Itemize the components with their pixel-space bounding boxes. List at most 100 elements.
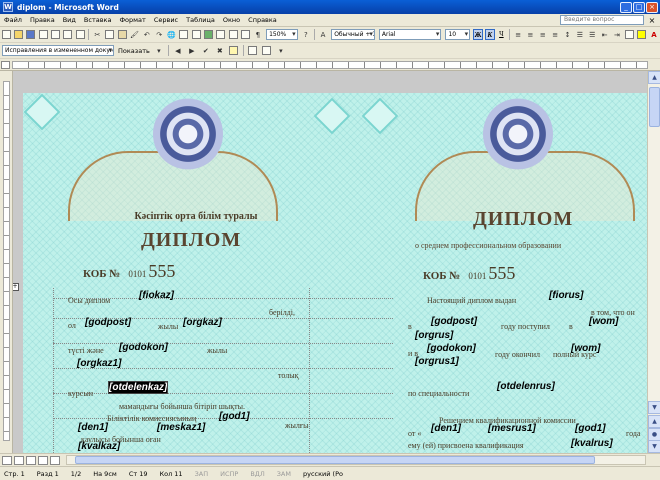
reading-layout-icon[interactable] — [50, 455, 60, 465]
menu-file[interactable]: Файл — [0, 16, 26, 24]
field-wom-2[interactable]: [wom] — [571, 343, 600, 354]
field-godpost-ru[interactable]: [godpost] — [431, 316, 477, 327]
field-mesrus1[interactable]: [mesrus1] — [488, 423, 536, 434]
drawing-icon[interactable] — [228, 29, 238, 41]
menu-format[interactable]: Формат — [115, 16, 149, 24]
vertical-scrollbar[interactable]: ▲ ▼ ▲ ● ▼ — [647, 71, 660, 453]
next-page-icon[interactable]: ▼ — [648, 440, 660, 453]
field-den1[interactable]: [den1] — [78, 422, 108, 433]
field-meskaz1[interactable]: [meskaz1] — [157, 422, 205, 433]
columns-icon[interactable] — [216, 29, 226, 41]
decrease-indent-icon[interactable]: ⇤ — [599, 29, 609, 41]
justify-icon[interactable]: ≡ — [550, 29, 560, 41]
field-orgrus1[interactable]: [orgrus1] — [415, 356, 459, 367]
bullets-icon[interactable]: ☰ — [587, 29, 597, 41]
vertical-scroll-thumb[interactable] — [649, 87, 660, 127]
paste-icon[interactable] — [117, 29, 127, 41]
menu-window[interactable]: Окно — [219, 16, 244, 24]
table-move-handle-icon[interactable]: + — [13, 283, 19, 291]
horizontal-scroll-thumb[interactable] — [75, 456, 595, 464]
document-map-icon[interactable] — [240, 29, 251, 41]
spelling-icon[interactable] — [75, 29, 85, 41]
normal-view-icon[interactable] — [2, 455, 12, 465]
document-area[interactable]: Кәсіптік орта білім туралы ДИПЛОМ КОБ № 0… — [13, 71, 647, 453]
menu-insert[interactable]: Вставка — [80, 16, 116, 24]
menu-table[interactable]: Таблица — [182, 16, 219, 24]
font-color-icon[interactable]: A — [649, 29, 659, 41]
undo-icon[interactable]: ↶ — [142, 29, 152, 41]
align-left-icon[interactable]: ≡ — [513, 29, 523, 41]
help-icon[interactable]: ? — [301, 29, 311, 41]
save-icon[interactable] — [26, 29, 36, 41]
print-icon[interactable] — [50, 29, 61, 41]
format-painter-icon[interactable]: 🖌 — [129, 29, 139, 41]
help-search-input[interactable]: Введите вопрос — [560, 15, 644, 25]
field-kvalrus[interactable]: [kvalrus] — [571, 438, 613, 449]
field-godokon-ru[interactable]: [godokon] — [427, 343, 476, 354]
maximize-button[interactable]: □ — [633, 1, 645, 13]
field-godokon[interactable]: [godokon] — [119, 342, 168, 353]
show-dropdown-icon[interactable]: ▾ — [153, 45, 165, 57]
status-overtype[interactable]: ЗАМ — [273, 470, 299, 478]
menu-view[interactable]: Вид — [59, 16, 80, 24]
tab-selector[interactable] — [1, 61, 10, 69]
close-document-button[interactable]: × — [647, 16, 657, 25]
tables-borders-icon[interactable] — [179, 29, 189, 41]
menu-help[interactable]: Справка — [244, 16, 281, 24]
field-wom[interactable]: [wom] — [589, 316, 618, 327]
diploma-page[interactable]: Кәсіптік орта білім туралы ДИПЛОМ КОБ № 0… — [23, 93, 647, 453]
field-god1-ru[interactable]: [god1] — [575, 423, 606, 434]
minimize-button[interactable]: _ — [620, 1, 632, 13]
word-app-icon[interactable]: W — [3, 2, 13, 12]
new-document-icon[interactable] — [1, 29, 11, 41]
field-kvalkaz[interactable]: [kvalkaz] — [78, 441, 120, 452]
field-orgkaz1[interactable]: [orgkaz1] — [77, 358, 121, 369]
field-orgkaz[interactable]: [orgkaz] — [183, 317, 222, 328]
field-otdelenrus[interactable]: [otdelenrus] — [497, 381, 555, 392]
redo-icon[interactable]: ↷ — [154, 29, 164, 41]
track-changes-icon[interactable] — [247, 45, 259, 57]
insert-table-icon[interactable] — [191, 29, 201, 41]
underline-button[interactable]: Ч — [497, 29, 506, 40]
bold-button[interactable]: Ж — [473, 29, 483, 40]
menu-edit[interactable]: Правка — [26, 16, 59, 24]
insert-comment-icon[interactable] — [228, 45, 240, 57]
copy-icon[interactable] — [105, 29, 115, 41]
status-record-macro[interactable]: ЗАП — [191, 470, 217, 478]
field-orgrus[interactable]: [orgrus] — [415, 330, 453, 341]
permission-icon[interactable] — [38, 29, 48, 41]
hyperlink-icon[interactable]: 🌐 — [166, 29, 176, 41]
print-layout-icon[interactable] — [26, 455, 36, 465]
show-menu[interactable]: Показать — [118, 47, 150, 55]
align-center-icon[interactable]: ≡ — [525, 29, 535, 41]
numbering-icon[interactable]: ☰ — [575, 29, 585, 41]
font-size-select[interactable]: 10 — [445, 29, 471, 40]
status-track-changes[interactable]: ИСПР — [216, 470, 246, 478]
field-god1[interactable]: [god1] — [219, 411, 250, 422]
cut-icon[interactable]: ✂ — [92, 29, 102, 41]
outline-view-icon[interactable] — [38, 455, 48, 465]
track-changes-view-select[interactable]: Исправления в измененном документ — [2, 45, 114, 56]
show-hide-icon[interactable]: ¶ — [253, 29, 263, 41]
scroll-up-icon[interactable]: ▲ — [648, 71, 660, 84]
line-spacing-icon[interactable]: ↕ — [562, 29, 572, 41]
zoom-select[interactable]: 150% — [266, 29, 298, 40]
status-extend[interactable]: ВДЛ — [246, 470, 272, 478]
style-select[interactable]: Обычный + 10 п — [331, 29, 375, 40]
menu-tools[interactable]: Сервис — [150, 16, 182, 24]
open-folder-icon[interactable] — [13, 29, 24, 41]
previous-change-icon[interactable]: ◀ — [172, 45, 184, 57]
increase-indent-icon[interactable]: ⇥ — [612, 29, 622, 41]
italic-button[interactable]: К — [484, 29, 495, 40]
accept-change-icon[interactable]: ✔ — [200, 45, 212, 57]
horizontal-ruler[interactable] — [0, 59, 660, 71]
align-right-icon[interactable]: ≡ — [538, 29, 548, 41]
field-den1-ru[interactable]: [den1] — [431, 423, 461, 434]
vertical-ruler[interactable] — [0, 71, 13, 453]
status-language[interactable]: русский (Ро — [299, 470, 351, 478]
scroll-down-icon[interactable]: ▼ — [648, 401, 660, 414]
insert-excel-icon[interactable] — [203, 29, 214, 41]
reviewing-pane-icon[interactable] — [261, 45, 273, 57]
font-select[interactable]: Arial — [378, 29, 442, 40]
next-change-icon[interactable]: ▶ — [186, 45, 198, 57]
